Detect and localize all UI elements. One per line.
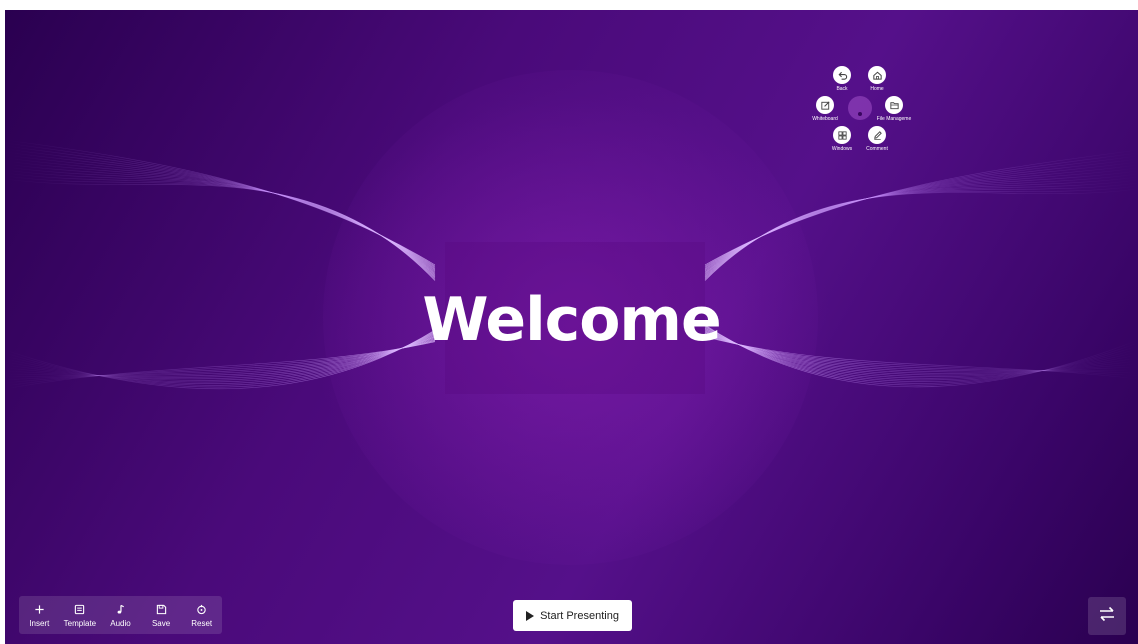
template-label: Template — [63, 619, 97, 628]
insert-label: Insert — [29, 619, 50, 628]
save-icon — [141, 602, 181, 616]
template-icon — [60, 602, 100, 616]
swap-arrows-icon — [1098, 606, 1116, 627]
radial-home-button[interactable]: Home — [847, 66, 907, 92]
start-presenting-label: Start Presenting — [540, 609, 619, 622]
radial-whiteboard-button[interactable]: Whiteboard — [795, 96, 855, 122]
radial-home-label: Home — [870, 86, 884, 92]
audio-label: Audio — [110, 619, 131, 628]
play-icon — [526, 610, 535, 621]
music-note-icon — [100, 602, 140, 616]
reset-icon — [182, 602, 222, 616]
reset-label: Reset — [191, 619, 213, 628]
plus-icon — [19, 602, 59, 616]
radial-comment-label: Comment — [866, 146, 888, 152]
insert-button[interactable]: Insert — [19, 602, 59, 628]
radial-file-manager-label: File Manageme — [876, 116, 912, 122]
radial-file-manager-button[interactable]: File Manageme — [864, 96, 924, 122]
save-label: Save — [151, 619, 171, 628]
whiteboard-icon — [816, 96, 834, 114]
audio-button[interactable]: Audio — [100, 602, 140, 628]
template-button[interactable]: Template — [60, 602, 100, 628]
presentation-canvas: Welcome Back Home Whiteboard File Manage… — [5, 10, 1138, 644]
welcome-title: Welcome — [422, 285, 721, 355]
radial-whiteboard-label: Whiteboard — [812, 116, 838, 122]
bottom-toolbar: Insert Template Audio Save Reset — [19, 596, 222, 634]
home-icon — [868, 66, 886, 84]
save-button[interactable]: Save — [141, 602, 181, 628]
radial-comment-button[interactable]: Comment — [847, 126, 907, 152]
reset-button[interactable]: Reset — [182, 602, 222, 628]
folder-icon — [885, 96, 903, 114]
start-presenting-button[interactable]: Start Presenting — [513, 600, 632, 631]
pen-icon — [868, 126, 886, 144]
switch-button[interactable] — [1088, 597, 1126, 635]
